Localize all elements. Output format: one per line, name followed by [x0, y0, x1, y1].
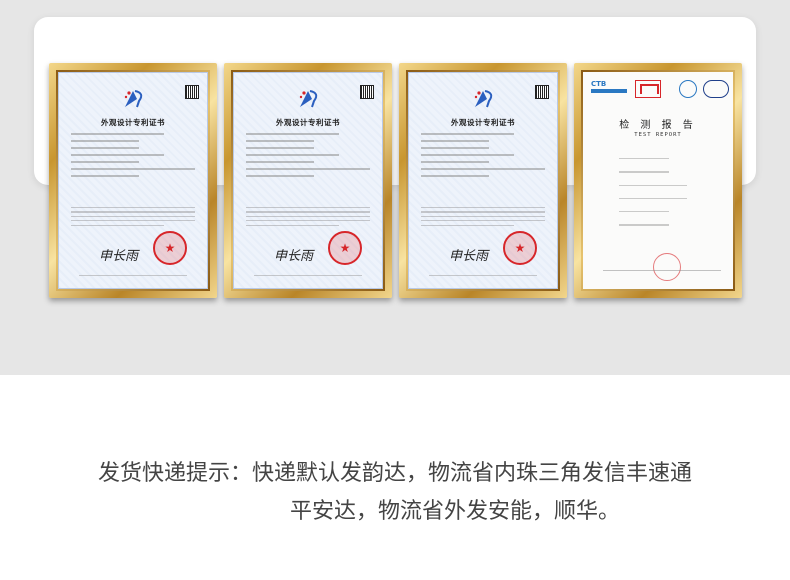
- footer-line: [79, 275, 187, 276]
- certificate-title: 外观设计专利证书: [276, 118, 340, 127]
- signature: 申长雨: [274, 249, 314, 264]
- qr-code-icon: [185, 85, 199, 99]
- frame-inner: CTB 检 测 报 告 TEST REPORT: [581, 70, 735, 291]
- report-fields: [619, 158, 709, 238]
- patent-certificate: 外观设计专利证书 申长雨: [408, 72, 558, 289]
- certificate-frame-1: 外观设计专利证书 申长雨: [49, 63, 217, 298]
- certificate-title: 外观设计专利证书: [451, 118, 515, 127]
- certificate-fields: [71, 133, 195, 182]
- report-seal-icon: [653, 253, 681, 281]
- ctb-logo-text: CTB: [591, 80, 607, 88]
- red-seal-icon: [328, 231, 362, 265]
- patent-office-emblem-icon: [474, 90, 493, 108]
- certificate-fields: [421, 133, 545, 182]
- certificate-body: [421, 207, 545, 229]
- report-logos: CTB: [591, 78, 729, 100]
- frame-inner: 外观设计专利证书 申长雨: [406, 70, 560, 291]
- shipping-notice-line-2: 平安达，物流省外发安能，顺华。: [289, 499, 620, 524]
- footer-line: [254, 275, 362, 276]
- certificate-body: [246, 207, 370, 229]
- certificate-frame-3: 外观设计专利证书 申长雨: [399, 63, 567, 298]
- cnas-logo-icon: [703, 80, 729, 98]
- patent-certificate: 外观设计专利证书 申长雨: [233, 72, 383, 289]
- frame-inner: 外观设计专利证书 申长雨: [231, 70, 385, 291]
- ilac-logo-icon: [679, 80, 697, 98]
- patent-office-emblem-icon: [124, 90, 143, 108]
- signature: 申长雨: [449, 249, 489, 264]
- ctb-logo-icon: CTB: [591, 80, 627, 98]
- red-seal-icon: [503, 231, 537, 265]
- red-seal-icon: [153, 231, 187, 265]
- patent-office-emblem-icon: [299, 90, 318, 108]
- footer-line: [429, 275, 537, 276]
- qr-code-icon: [535, 85, 549, 99]
- signature: 申长雨: [99, 249, 139, 264]
- test-report: CTB 检 测 报 告 TEST REPORT: [583, 72, 733, 289]
- certificate-frame-4: CTB 检 测 报 告 TEST REPORT: [574, 63, 742, 298]
- qr-code-icon: [360, 85, 374, 99]
- certificate-body: [71, 207, 195, 229]
- certificate-frame-2: 外观设计专利证书 申长雨: [224, 63, 392, 298]
- shipping-notice-line-1: 发货快递提示：快递默认发韵达，物流省内珠三角发信丰速通: [97, 461, 692, 486]
- shipping-notice: 发货快递提示：快递默认发韵达，物流省内珠三角发信丰速通 平安达，物流省外发安能，…: [0, 455, 790, 531]
- certificate-fields: [246, 133, 370, 182]
- report-title: 检 测 报 告: [619, 120, 697, 131]
- patent-certificate: 外观设计专利证书 申长雨: [58, 72, 208, 289]
- frame-inner: 外观设计专利证书 申长雨: [56, 70, 210, 291]
- report-footer-line: [603, 269, 721, 271]
- cma-logo-icon: [635, 80, 661, 98]
- certificate-title: 外观设计专利证书: [101, 118, 165, 127]
- report-subtitle: TEST REPORT: [634, 132, 682, 138]
